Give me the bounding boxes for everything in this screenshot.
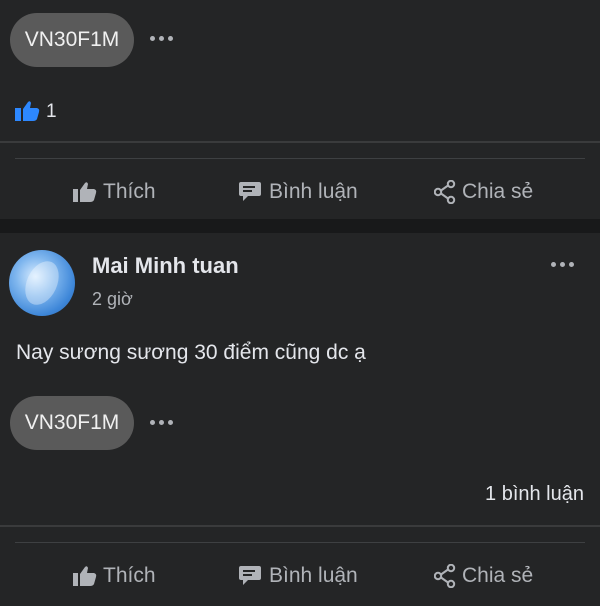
share-button[interactable]: Chia sẻ [434, 162, 533, 222]
hashtag-chip[interactable]: VN30F1M [10, 13, 134, 67]
comment-label: Bình luận [269, 564, 358, 587]
like-count[interactable]: 1 [46, 101, 57, 123]
post-separator [0, 219, 600, 233]
divider [15, 158, 585, 159]
comment-label: Bình luận [269, 180, 358, 203]
comment-count[interactable]: 1 bình luận [485, 483, 584, 506]
divider [0, 141, 600, 143]
divider [15, 542, 585, 543]
comment-button[interactable]: Bình luận [239, 162, 358, 222]
share-label: Chia sẻ [462, 180, 534, 203]
thumbs-up-icon [73, 181, 97, 203]
share-icon [434, 564, 456, 588]
hashtag-chip[interactable]: VN30F1M [10, 396, 134, 450]
more-options-icon[interactable] [551, 262, 574, 267]
comment-icon [239, 181, 263, 203]
comment-icon [239, 565, 263, 587]
divider [0, 525, 600, 527]
action-bar: Thích Bình luận Chia sẻ [0, 162, 600, 222]
like-label: Thích [103, 180, 156, 203]
share-button[interactable]: Chia sẻ [434, 546, 533, 606]
avatar[interactable] [9, 250, 75, 316]
like-button[interactable]: Thích [73, 546, 156, 606]
like-label: Thích [103, 564, 156, 587]
like-reaction-icon [14, 100, 40, 127]
action-bar: Thích Bình luận Chia sẻ [0, 546, 600, 606]
post-body: Nay sương sương 30 điểm cũng dc ạ [16, 341, 366, 364]
thumbs-up-icon [73, 565, 97, 587]
comment-button[interactable]: Bình luận [239, 546, 358, 606]
more-options-icon[interactable] [150, 36, 173, 41]
more-options-icon[interactable] [150, 420, 173, 425]
post-time[interactable]: 2 giờ [92, 289, 133, 310]
share-label: Chia sẻ [462, 564, 534, 587]
author-name[interactable]: Mai Minh tuan [92, 253, 239, 279]
like-button[interactable]: Thích [73, 162, 156, 222]
share-icon [434, 180, 456, 204]
